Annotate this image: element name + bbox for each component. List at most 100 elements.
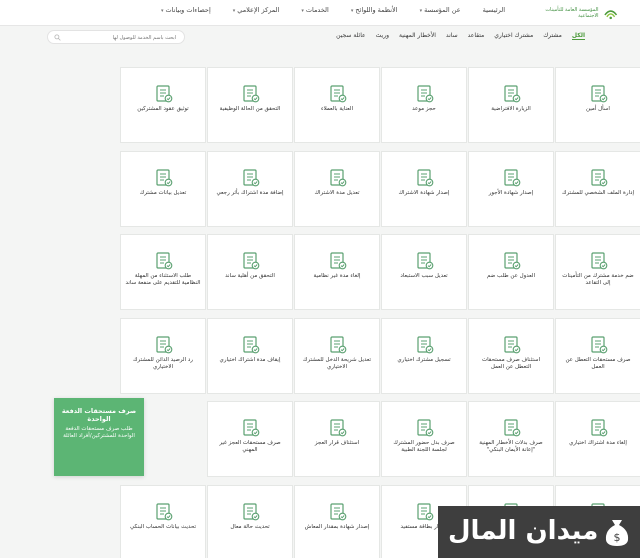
search-input[interactable] [66, 33, 176, 42]
nav-item-media[interactable]: المركز الإعلامي▾ [233, 6, 280, 14]
service-card[interactable]: إضافة مدة اشتراك بأثر رجعي [207, 151, 293, 227]
service-icon [415, 418, 435, 438]
service-label: العناية بالعملاء [320, 106, 353, 112]
service-label: رد الرصيد الدائن للمشترك الاختياري [133, 357, 193, 370]
service-label: صرف بدلات الأخطار المهنية "إعانة الأيمان… [479, 440, 543, 453]
highlight-card-title: صرف مستحقات الدفعة الواحدة [61, 407, 137, 423]
chevron-down-icon: ▾ [160, 8, 164, 14]
service-label: إلغاء مدة غير نظامية [313, 273, 361, 279]
filter-bar: الكل مشترك مشترك اختياري متقاعد ساند الأ… [0, 27, 640, 47]
tab-retiree[interactable]: متقاعد [468, 32, 485, 40]
svg-text:$: $ [614, 531, 621, 544]
service-label: صرف بدل حضور المشترك لجلسة اللجنة الطبية [393, 440, 455, 453]
service-label: إضافة مدة اشتراك بأثر رجعي [216, 190, 284, 196]
service-icon [415, 84, 435, 104]
service-card[interactable]: صرف مستحقات التعطل عن العمل [555, 318, 640, 394]
nav-item-home[interactable]: الرئيسية [483, 6, 505, 14]
service-icon [502, 84, 522, 104]
service-card[interactable]: صرف بدلات الأخطار المهنية "إعانة الأيمان… [468, 401, 554, 477]
service-card[interactable]: اسأل أمين [555, 67, 640, 143]
service-card[interactable]: تعديل سبب الاستبعاد [381, 234, 467, 310]
nav-item-about[interactable]: عن المؤسسة▾ [420, 6, 461, 14]
service-card[interactable]: إلغاء مدة اشتراك اختياري [555, 401, 640, 477]
service-icon [589, 251, 609, 271]
service-card[interactable]: إيقاف مدة اشتراك اختياري [207, 318, 293, 394]
tab-optional-contributor[interactable]: مشترك اختياري [494, 32, 533, 40]
service-icon [154, 335, 174, 355]
nav-item-services[interactable]: الخدمات▾ [301, 6, 329, 14]
service-card[interactable]: العناية بالعملاء [294, 67, 380, 143]
nav-item-regulations[interactable]: الأنظمة واللوائح▾ [351, 6, 398, 14]
service-icon [589, 168, 609, 188]
service-card-highlighted[interactable]: صرف مستحقات الدفعة الواحدة طلب صرف مستحقا… [54, 398, 144, 476]
service-card[interactable]: حجز موعد [381, 67, 467, 143]
service-icon [589, 335, 609, 355]
service-icon [241, 335, 261, 355]
service-card[interactable]: صرف بدل حضور المشترك لجلسة اللجنة الطبية [381, 401, 467, 477]
service-card[interactable]: رد الرصيد الدائن للمشترك الاختياري [120, 318, 206, 394]
service-card[interactable]: توثيق عقود المشتركين [120, 67, 206, 143]
tab-saned[interactable]: ساند [446, 32, 458, 40]
service-card[interactable]: العدول عن طلب ضم [468, 234, 554, 310]
service-icon [241, 418, 261, 438]
service-label: تعديل مدة الاشتراك [314, 190, 360, 196]
service-icon [589, 418, 609, 438]
service-card[interactable]: تعديل مدة الاشتراك [294, 151, 380, 227]
chevron-down-icon: ▾ [232, 8, 236, 14]
service-card[interactable]: إصدار شهادة الأجور [468, 151, 554, 227]
service-label: استئناف قرار العجز [314, 440, 360, 446]
service-card[interactable]: تحديث حالة معال [207, 485, 293, 558]
main-nav: الرئيسية عن المؤسسة▾ الأنظمة واللوائح▾ ا… [161, 6, 505, 14]
service-card[interactable]: تحديث بيانات الحساب البنكي [120, 485, 206, 558]
service-card[interactable]: إدارة الملف الشخصي للمشترك [555, 151, 640, 227]
watermark-logo: ميدان المال $ [438, 506, 640, 558]
tab-heir[interactable]: وريث [376, 32, 389, 40]
service-card[interactable]: التحقق من أهلية ساند [207, 234, 293, 310]
service-label: إدارة الملف الشخصي للمشترك [561, 190, 634, 196]
tab-prisoner-family[interactable]: عائلة سجين [336, 32, 365, 40]
service-card[interactable]: ضم خدمة مشترك من التأمينات إلى التقاعد [555, 234, 640, 310]
service-card[interactable]: إلغاء مدة غير نظامية [294, 234, 380, 310]
site-logo[interactable]: المؤسسة العامة للتأمينات الاجتماعية [526, 2, 618, 24]
service-card[interactable]: تعديل شريحة الدخل للمشترك الاختياري [294, 318, 380, 394]
service-card[interactable]: استئناف قرار العجز [294, 401, 380, 477]
service-icon [328, 502, 348, 522]
service-icon [241, 168, 261, 188]
service-icon [502, 251, 522, 271]
logo-text: المؤسسة العامة للتأمينات الاجتماعية [545, 7, 599, 19]
service-label: تعديل بيانات مشترك [139, 190, 187, 196]
tab-contributor[interactable]: مشترك [543, 32, 562, 40]
service-label: التحقق من أهلية ساند [225, 273, 275, 279]
service-card[interactable]: استئناف صرف مستحقات التعطل عن العمل [468, 318, 554, 394]
service-label: تعديل شريحة الدخل للمشترك الاختياري [302, 357, 372, 370]
service-label: إصدار شهادة الأجور [488, 190, 534, 196]
chevron-down-icon: ▾ [301, 8, 304, 14]
category-tabs: الكل مشترك مشترك اختياري متقاعد ساند الأ… [336, 32, 585, 40]
service-icon [328, 335, 348, 355]
service-label: ضم خدمة مشترك من التأمينات إلى التقاعد [562, 273, 634, 286]
search-icon [54, 34, 61, 41]
service-card[interactable]: إصدار شهادة الاشتراك [381, 151, 467, 227]
service-label: صرف مستحقات العجز غير المهني [219, 440, 281, 453]
service-card[interactable]: الزيارة الافتراضية [468, 67, 554, 143]
service-icon [328, 168, 348, 188]
tab-all[interactable]: الكل [571, 32, 585, 40]
service-card[interactable]: تعديل بيانات مشترك [120, 151, 206, 227]
money-bag-icon: $ [605, 520, 629, 546]
tab-occupational-hazards[interactable]: الأخطار المهنية [399, 32, 436, 40]
service-label: طلب الاستثناء من المهلة النظامية للتقديم… [125, 273, 201, 286]
service-card[interactable]: تسجيل مشترك اختياري [381, 318, 467, 394]
service-label: إلغاء مدة اشتراك اختياري [569, 440, 627, 446]
search-box[interactable] [47, 30, 185, 44]
service-label: التحقق من الحالة الوظيفية [219, 106, 281, 112]
service-card[interactable]: إصدار شهادة بمقدار المعاش [294, 485, 380, 558]
service-card[interactable]: صرف مستحقات العجز غير المهني [207, 401, 293, 477]
nav-item-statistics[interactable]: إحصاءات وبيانات▾ [161, 6, 211, 14]
service-label: تعديل سبب الاستبعاد [400, 273, 448, 279]
service-card[interactable]: التحقق من الحالة الوظيفية [207, 67, 293, 143]
service-icon [415, 335, 435, 355]
service-card[interactable]: طلب الاستثناء من المهلة النظامية للتقديم… [120, 234, 206, 310]
service-label: توثيق عقود المشتركين [137, 106, 189, 112]
service-label: صرف مستحقات التعطل عن العمل [565, 357, 631, 370]
service-icon [415, 502, 435, 522]
